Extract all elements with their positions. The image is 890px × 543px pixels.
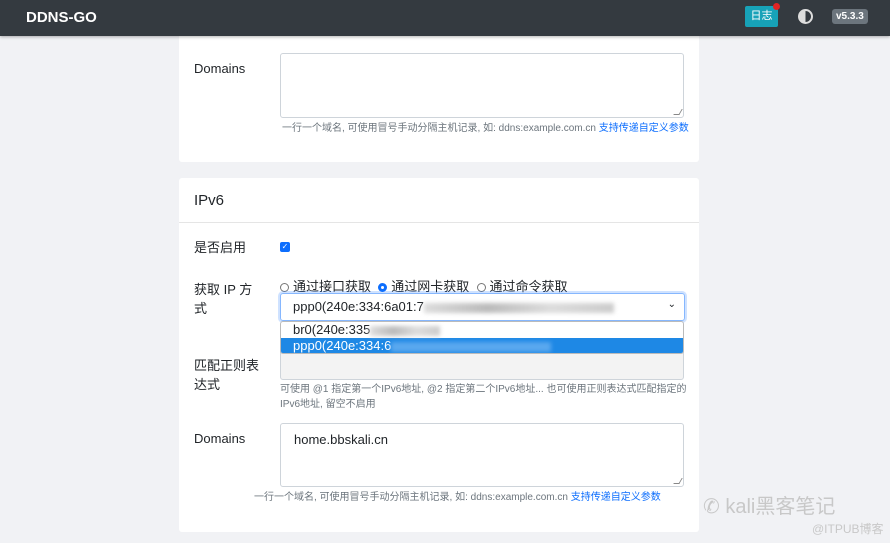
notification-dot [773,3,780,10]
watermark-sub: @ITPUB博客 [812,522,884,536]
theme-toggle-icon[interactable] [798,9,813,24]
navbar: DDNS-GO 日志 v5.3.3 [0,0,890,36]
domains-label: Domains [194,61,246,76]
dropdown-option[interactable]: br0(240e:335 [281,322,683,338]
radio-icon [378,283,388,292]
domains-help: 一行一个域名, 可使用冒号手动分隔主机记录, 如: ddns:example.c… [254,492,661,503]
redacted [423,302,614,313]
dropdown-option-selected[interactable]: ppp0(240e:334:6 [281,338,683,353]
ipv6-card: IPv6 是否启用 ✓ 获取 IP 方式 通过接口获取 通过网卡获取 通过命令获… [179,178,699,532]
radio-command[interactable]: 通过命令获取 [476,279,568,294]
regex-label: 匹配正则表达式 [194,358,260,392]
radio-netcard[interactable]: 通过网卡获取 [378,279,469,294]
get-ip-label: 获取 IP 方式 [194,282,253,316]
radio-icon [476,283,486,292]
ipv6-domains-textarea[interactable]: home.bbskali.cn [280,423,684,487]
log-button[interactable]: 日志 [745,3,780,27]
interface-select[interactable]: ppp0(240e:334:6a01:7 ⌄ [280,293,685,321]
domains-label: Domains [194,431,246,446]
regex-help: 可使用 @1 指定第一个IPv6地址, @2 指定第二个IPv6地址... 也可… [280,384,687,410]
log-label: 日志 [750,10,773,22]
custom-params-link[interactable]: 支持传递自定义参数 [571,492,661,503]
custom-params-link[interactable]: 支持传递自定义参数 [599,123,689,134]
wechat-icon: ✆ [703,496,720,518]
version-badge[interactable]: v5.3.3 [832,9,868,24]
chevron-down-icon: ⌄ [667,299,676,310]
redacted [391,341,552,352]
radio-icon [280,283,289,292]
redacted [370,325,441,336]
divider [179,222,699,223]
interface-dropdown: br0(240e:335 ppp0(240e:334:6 [280,321,684,354]
enable-checkbox[interactable]: ✓ [280,242,290,252]
brand-logo[interactable]: DDNS-GO [26,9,97,26]
card-title: IPv6 [194,192,225,209]
radio-interface[interactable]: 通过接口获取 [280,279,371,294]
ipv4-domains-textarea[interactable] [280,53,684,118]
domains-help: 一行一个域名, 可使用冒号手动分隔主机记录, 如: ddns:example.c… [282,123,689,134]
watermark: ✆ kali黑客笔记 [703,496,836,518]
enable-label: 是否启用 [194,240,247,255]
